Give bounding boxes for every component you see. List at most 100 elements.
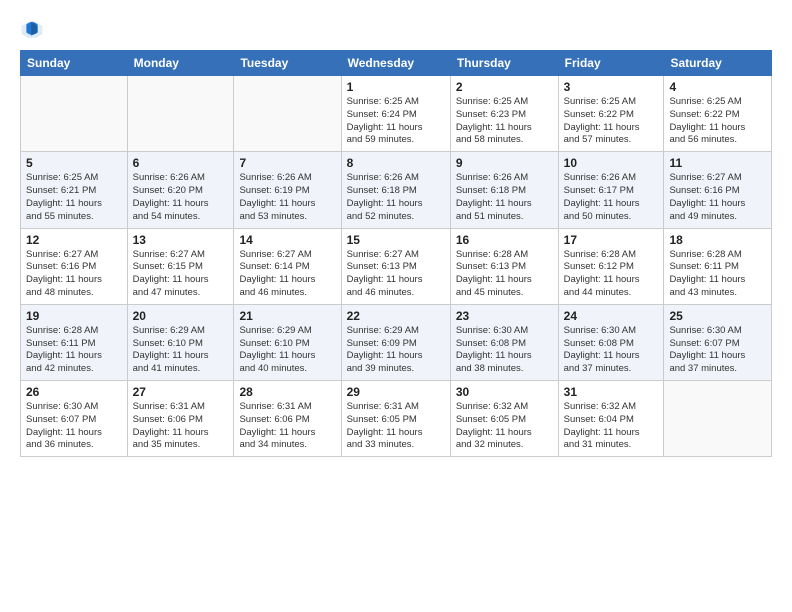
calendar-cell: 15 Sunrise: 6:27 AMSunset: 6:13 PMDayligh…: [341, 228, 450, 304]
day-number: 19: [26, 309, 122, 323]
day-number: 18: [669, 233, 766, 247]
day-number: 8: [347, 156, 445, 170]
day-number: 27: [133, 385, 229, 399]
day-number: 12: [26, 233, 122, 247]
day-info: Sunrise: 6:29 AMSunset: 6:10 PMDaylight:…: [133, 325, 229, 376]
day-info: Sunrise: 6:25 AMSunset: 6:22 PMDaylight:…: [669, 96, 766, 147]
day-info: Sunrise: 6:31 AMSunset: 6:06 PMDaylight:…: [133, 401, 229, 452]
day-info: Sunrise: 6:27 AMSunset: 6:16 PMDaylight:…: [669, 172, 766, 223]
calendar-cell: 28 Sunrise: 6:31 AMSunset: 6:06 PMDayligh…: [234, 381, 341, 457]
day-number: 26: [26, 385, 122, 399]
calendar-cell: 12 Sunrise: 6:27 AMSunset: 6:16 PMDayligh…: [21, 228, 128, 304]
calendar-cell: 24 Sunrise: 6:30 AMSunset: 6:08 PMDayligh…: [558, 304, 664, 380]
header: [20, 18, 772, 42]
day-number: 2: [456, 80, 553, 94]
day-info: Sunrise: 6:28 AMSunset: 6:11 PMDaylight:…: [669, 249, 766, 300]
calendar-cell: 29Sunrise: 6:31 AMSunset: 6:05 PMDayligh…: [341, 381, 450, 457]
calendar-cell: 9 Sunrise: 6:26 AMSunset: 6:18 PMDaylight…: [450, 152, 558, 228]
calendar-cell: 26Sunrise: 6:30 AMSunset: 6:07 PMDayligh…: [21, 381, 128, 457]
calendar-cell: 14Sunrise: 6:27 AMSunset: 6:14 PMDayligh…: [234, 228, 341, 304]
day-number: 5: [26, 156, 122, 170]
day-info: Sunrise: 6:31 AMSunset: 6:06 PMDaylight:…: [239, 401, 335, 452]
day-info: Sunrise: 6:26 AMSunset: 6:18 PMDaylight:…: [347, 172, 445, 223]
day-info: Sunrise: 6:30 AMSunset: 6:07 PMDaylight:…: [669, 325, 766, 376]
weekday-header-thursday: Thursday: [450, 51, 558, 76]
day-number: 13: [133, 233, 229, 247]
day-info: Sunrise: 6:30 AMSunset: 6:08 PMDaylight:…: [564, 325, 659, 376]
calendar-cell: 3 Sunrise: 6:25 AMSunset: 6:22 PMDaylight…: [558, 76, 664, 152]
calendar-cell: 23 Sunrise: 6:30 AMSunset: 6:08 PMDayligh…: [450, 304, 558, 380]
day-number: 10: [564, 156, 659, 170]
calendar-cell: 10 Sunrise: 6:26 AMSunset: 6:17 PMDayligh…: [558, 152, 664, 228]
day-number: 24: [564, 309, 659, 323]
weekday-header-saturday: Saturday: [664, 51, 772, 76]
calendar-cell: 25 Sunrise: 6:30 AMSunset: 6:07 PMDayligh…: [664, 304, 772, 380]
day-number: 4: [669, 80, 766, 94]
day-number: 3: [564, 80, 659, 94]
day-number: 7: [239, 156, 335, 170]
day-number: 28: [239, 385, 335, 399]
weekday-header-monday: Monday: [127, 51, 234, 76]
day-info: Sunrise: 6:25 AMSunset: 6:22 PMDaylight:…: [564, 96, 659, 147]
calendar-cell: 16 Sunrise: 6:28 AMSunset: 6:13 PMDayligh…: [450, 228, 558, 304]
day-info: Sunrise: 6:28 AMSunset: 6:13 PMDaylight:…: [456, 249, 553, 300]
weekday-header-sunday: Sunday: [21, 51, 128, 76]
day-number: 23: [456, 309, 553, 323]
calendar-cell: [127, 76, 234, 152]
calendar-cell: [234, 76, 341, 152]
week-row-1: 1 Sunrise: 6:25 AMSunset: 6:24 PMDaylight…: [21, 76, 772, 152]
calendar-cell: 8 Sunrise: 6:26 AMSunset: 6:18 PMDaylight…: [341, 152, 450, 228]
calendar-cell: 11 Sunrise: 6:27 AMSunset: 6:16 PMDayligh…: [664, 152, 772, 228]
day-number: 21: [239, 309, 335, 323]
day-number: 25: [669, 309, 766, 323]
calendar-cell: 6Sunrise: 6:26 AMSunset: 6:20 PMDaylight…: [127, 152, 234, 228]
day-info: Sunrise: 6:26 AMSunset: 6:18 PMDaylight:…: [456, 172, 553, 223]
day-number: 22: [347, 309, 445, 323]
day-info: Sunrise: 6:26 AMSunset: 6:19 PMDaylight:…: [239, 172, 335, 223]
day-number: 16: [456, 233, 553, 247]
calendar-cell: 17Sunrise: 6:28 AMSunset: 6:12 PMDayligh…: [558, 228, 664, 304]
day-number: 31: [564, 385, 659, 399]
day-number: 30: [456, 385, 553, 399]
day-number: 11: [669, 156, 766, 170]
calendar-cell: 2Sunrise: 6:25 AMSunset: 6:23 PMDaylight…: [450, 76, 558, 152]
logo: [20, 18, 48, 42]
calendar-table: SundayMondayTuesdayWednesdayThursdayFrid…: [20, 50, 772, 457]
calendar-cell: 13 Sunrise: 6:27 AMSunset: 6:15 PMDayligh…: [127, 228, 234, 304]
day-info: Sunrise: 6:27 AMSunset: 6:15 PMDaylight:…: [133, 249, 229, 300]
day-info: Sunrise: 6:29 AMSunset: 6:09 PMDaylight:…: [347, 325, 445, 376]
day-info: Sunrise: 6:27 AMSunset: 6:16 PMDaylight:…: [26, 249, 122, 300]
week-row-4: 19Sunrise: 6:28 AMSunset: 6:11 PMDayligh…: [21, 304, 772, 380]
weekday-header-tuesday: Tuesday: [234, 51, 341, 76]
day-number: 1: [347, 80, 445, 94]
day-number: 6: [133, 156, 229, 170]
page: SundayMondayTuesdayWednesdayThursdayFrid…: [0, 0, 792, 612]
day-info: Sunrise: 6:25 AMSunset: 6:24 PMDaylight:…: [347, 96, 445, 147]
day-info: Sunrise: 6:26 AMSunset: 6:17 PMDaylight:…: [564, 172, 659, 223]
calendar-cell: [664, 381, 772, 457]
day-number: 20: [133, 309, 229, 323]
calendar-cell: 20 Sunrise: 6:29 AMSunset: 6:10 PMDayligh…: [127, 304, 234, 380]
day-info: Sunrise: 6:25 AMSunset: 6:21 PMDaylight:…: [26, 172, 122, 223]
day-info: Sunrise: 6:27 AMSunset: 6:13 PMDaylight:…: [347, 249, 445, 300]
calendar-cell: 30 Sunrise: 6:32 AMSunset: 6:05 PMDayligh…: [450, 381, 558, 457]
weekday-header-row: SundayMondayTuesdayWednesdayThursdayFrid…: [21, 51, 772, 76]
day-info: Sunrise: 6:32 AMSunset: 6:05 PMDaylight:…: [456, 401, 553, 452]
calendar-cell: 5 Sunrise: 6:25 AMSunset: 6:21 PMDaylight…: [21, 152, 128, 228]
calendar-cell: 18 Sunrise: 6:28 AMSunset: 6:11 PMDayligh…: [664, 228, 772, 304]
logo-icon: [20, 18, 44, 42]
day-number: 9: [456, 156, 553, 170]
calendar-cell: 19Sunrise: 6:28 AMSunset: 6:11 PMDayligh…: [21, 304, 128, 380]
day-info: Sunrise: 6:27 AMSunset: 6:14 PMDaylight:…: [239, 249, 335, 300]
day-info: Sunrise: 6:31 AMSunset: 6:05 PMDaylight:…: [347, 401, 445, 452]
day-number: 15: [347, 233, 445, 247]
day-info: Sunrise: 6:28 AMSunset: 6:12 PMDaylight:…: [564, 249, 659, 300]
week-row-3: 12 Sunrise: 6:27 AMSunset: 6:16 PMDayligh…: [21, 228, 772, 304]
day-info: Sunrise: 6:30 AMSunset: 6:08 PMDaylight:…: [456, 325, 553, 376]
day-info: Sunrise: 6:29 AMSunset: 6:10 PMDaylight:…: [239, 325, 335, 376]
week-row-2: 5 Sunrise: 6:25 AMSunset: 6:21 PMDaylight…: [21, 152, 772, 228]
calendar-cell: 1 Sunrise: 6:25 AMSunset: 6:24 PMDaylight…: [341, 76, 450, 152]
calendar-cell: 31 Sunrise: 6:32 AMSunset: 6:04 PMDayligh…: [558, 381, 664, 457]
calendar-cell: 4 Sunrise: 6:25 AMSunset: 6:22 PMDaylight…: [664, 76, 772, 152]
day-info: Sunrise: 6:32 AMSunset: 6:04 PMDaylight:…: [564, 401, 659, 452]
